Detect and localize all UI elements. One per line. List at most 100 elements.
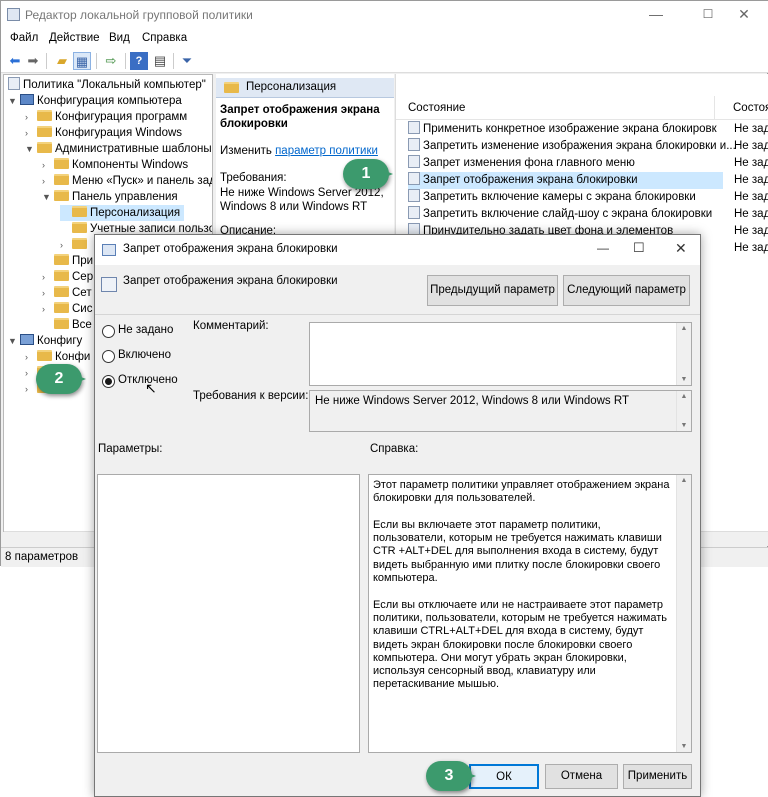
chevron-down-icon[interactable]: ▼ [8, 93, 20, 109]
description-header: Персонализация [216, 78, 394, 98]
radio-disabled[interactable] [102, 375, 115, 388]
chevron-right-icon[interactable]: › [42, 269, 54, 285]
title-bar: Редактор локальной групповой политики — … [1, 1, 768, 29]
column-header-state[interactable]: Состояние [408, 102, 465, 114]
chevron-right-icon[interactable]: › [25, 349, 37, 365]
chevron-down-icon[interactable]: ▼ [42, 189, 54, 205]
tree-item-server[interactable]: › Сер [42, 269, 93, 285]
help-text: Этот параметр политики управляет отображ… [373, 479, 670, 691]
chevron-right-icon[interactable]: › [25, 109, 37, 125]
chevron-right-icon[interactable]: › [42, 301, 54, 317]
policy-setting-icon [408, 121, 420, 134]
menu-help[interactable]: Справка [142, 32, 187, 44]
chevron-right-icon[interactable]: › [42, 157, 54, 173]
edit-policy-line: Изменить параметр политики [220, 145, 378, 157]
back-arrow-icon[interactable]: ⬅ [6, 52, 24, 70]
tree-item-personalization[interactable]: Персонализация [60, 205, 185, 221]
list-item[interactable]: Запретить включение камеры с экрана блок… [408, 189, 768, 206]
chevron-down-icon[interactable]: ▼ [8, 333, 20, 349]
tree-item-control-panel[interactable]: ▼ Панель управления [42, 189, 178, 205]
toolbar: ⬅ ➡ ▰ ▦ ⇨ ? ▤ ⏷ [1, 49, 768, 73]
callout-2: 2 [36, 364, 86, 394]
tree-item-start-menu[interactable]: › Меню «Пуск» и панель зад [42, 173, 212, 189]
folder-icon [37, 126, 52, 137]
help-icon[interactable]: ? [130, 52, 148, 70]
list-item-selected[interactable]: Запрет отображения экрана блокировки Не з… [408, 172, 768, 189]
edit-policy-link[interactable]: параметр политики [275, 145, 378, 157]
chevron-right-icon[interactable]: › [42, 173, 54, 189]
apply-button[interactable]: Применить [623, 764, 692, 789]
policy-name: Запрет отображения экрана блокировки [123, 275, 338, 287]
forward-arrow-icon[interactable]: ➡ [24, 52, 42, 70]
dialog-minimize-button[interactable]: — [597, 241, 609, 255]
folder-icon [37, 350, 52, 361]
folder-icon [37, 142, 52, 153]
comment-label: Комментарий: [193, 320, 269, 332]
previous-setting-button[interactable]: Предыдущий параметр [427, 275, 558, 306]
tree-item-windows-components[interactable]: › Компоненты Windows [42, 157, 188, 173]
menu-file[interactable]: Файл [10, 32, 38, 44]
policy-setting-icon [408, 155, 420, 168]
tree-item-printers[interactable]: При [42, 253, 93, 269]
requirements-value: Не ниже Windows Server 2012, Windows 8 и… [220, 187, 384, 213]
chevron-down-icon[interactable]: ▼ [25, 141, 37, 157]
folder-icon [54, 270, 69, 281]
help-label: Справка: [370, 443, 419, 455]
cancel-button[interactable]: Отмена [545, 764, 618, 789]
list-item[interactable]: Запрет изменения фона главного меню Не за… [408, 155, 768, 172]
tree-item-system[interactable]: › Сис [42, 301, 92, 317]
list-item[interactable]: Применить конкретное изображение экрана … [408, 121, 768, 138]
dialog-title: Запрет отображения экрана блокировки [123, 243, 338, 255]
radio-enabled[interactable] [102, 350, 115, 363]
chevron-right-icon[interactable]: › [25, 381, 37, 397]
options-label: Параметры: [98, 443, 163, 455]
computer-icon [20, 94, 34, 105]
close-button[interactable]: ✕ [721, 1, 767, 29]
comment-textarea[interactable]: ▲ ▼ [309, 322, 692, 386]
next-setting-button[interactable]: Следующий параметр [563, 275, 690, 306]
column-header-state-2[interactable]: Состоя [733, 102, 768, 114]
callout-3: 3 [426, 761, 476, 791]
chevron-right-icon[interactable]: › [60, 237, 72, 253]
radio-not-configured[interactable] [102, 325, 115, 338]
tree-item-user-software[interactable]: › Конфи [25, 349, 90, 365]
tree-item-software-settings[interactable]: › Конфигурация программ [25, 109, 187, 125]
list-item[interactable]: Запретить включение слайд-шоу с экрана б… [408, 206, 768, 223]
tree-item-user-config[interactable]: ▼ Конфигу [8, 333, 82, 349]
tree-item-local-policy[interactable]: Политика "Локальный компьютер" [8, 77, 206, 93]
chevron-right-icon[interactable]: › [42, 285, 54, 301]
policy-setting-icon [408, 138, 420, 151]
up-folder-icon[interactable]: ▰ [53, 52, 71, 70]
minimize-button[interactable]: — [633, 1, 679, 29]
export-list-icon[interactable]: ⇨ [102, 52, 120, 70]
chevron-right-icon[interactable]: › [25, 125, 37, 141]
window-title: Редактор локальной групповой политики [25, 8, 253, 22]
dialog-close-button[interactable]: ✕ [675, 240, 687, 257]
tree-item-hidden[interactable]: › [60, 237, 90, 253]
dialog-maximize-button[interactable]: ☐ [633, 240, 645, 256]
tree-item-computer-config[interactable]: ▼ Конфигурация компьютера [8, 93, 182, 109]
folder-icon [54, 254, 69, 265]
tree-item-all-settings[interactable]: Все [42, 317, 92, 333]
tree-item-network[interactable]: › Сет [42, 285, 92, 301]
dialog-title-bar: Запрет отображения экрана блокировки — ☐… [95, 235, 700, 265]
policy-icon [8, 77, 20, 90]
menu-action[interactable]: Действие [49, 32, 100, 44]
menu-view[interactable]: Вид [109, 32, 130, 44]
mouse-cursor-icon: ↖ [145, 380, 157, 396]
policy-setting-icon [408, 172, 420, 185]
list-item[interactable]: Запретить изменение изображения экрана б… [408, 138, 768, 155]
options-panel [97, 474, 360, 753]
policy-setting-icon [408, 206, 420, 219]
show-hide-tree-icon[interactable]: ▦ [73, 52, 91, 70]
folder-icon [72, 238, 87, 249]
folder-icon [54, 174, 69, 185]
help-scrollbar[interactable]: ▲ ▼ [676, 475, 691, 752]
status-text: 8 параметров [5, 551, 79, 563]
filter-icon[interactable]: ⏷ [178, 52, 196, 70]
tree-item-admin-templates[interactable]: ▼ Административные шаблоны [25, 141, 212, 157]
radio-enabled-label: Включено [118, 349, 172, 361]
properties-icon[interactable]: ▤ [151, 52, 169, 70]
tree-item-windows-settings[interactable]: › Конфигурация Windows [25, 125, 182, 141]
supported-on-box: Не ниже Windows Server 2012, Windows 8 и… [309, 390, 692, 432]
